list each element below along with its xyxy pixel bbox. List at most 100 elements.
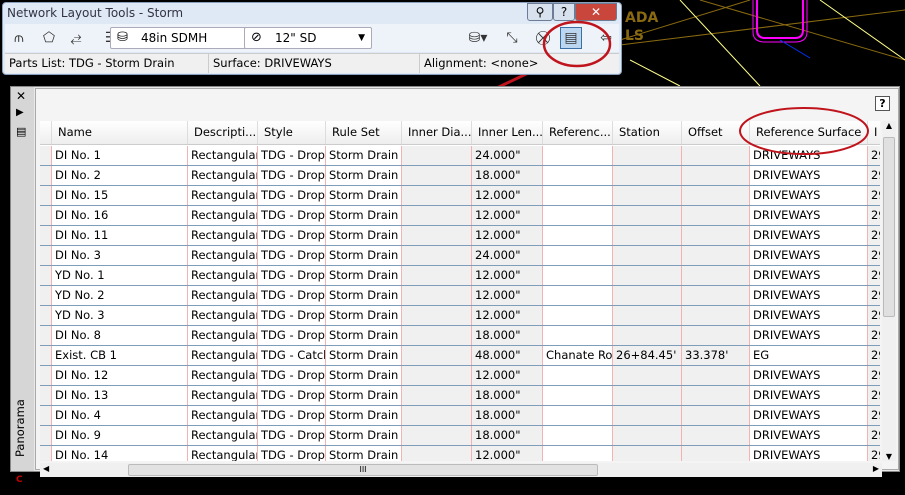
table-cell[interactable] (613, 306, 682, 325)
table-cell[interactable]: DRIVEWAYS (750, 326, 868, 345)
table-cell[interactable]: 29 (868, 306, 880, 325)
table-cell[interactable]: Storm Drain (326, 366, 402, 385)
table-cell[interactable]: TDG - Drop (258, 306, 326, 325)
table-cell[interactable] (402, 366, 472, 385)
row-selector[interactable] (40, 386, 52, 405)
properties-icon[interactable]: ▤ (16, 125, 26, 138)
help-button[interactable]: ? (875, 96, 890, 111)
row-selector[interactable] (40, 246, 52, 265)
table-row[interactable]: DI No. 15 Rectangular TDG - Drop Storm Drai… (40, 186, 880, 206)
table-cell[interactable]: DI No. 1 (52, 146, 188, 165)
table-cell[interactable]: DRIVEWAYS (750, 426, 868, 445)
table-cell[interactable]: Rectangular (188, 306, 258, 325)
pipe-only-icon[interactable]: ⤡ (501, 28, 523, 48)
table-cell[interactable]: TDG - Drop (258, 326, 326, 345)
close-icon[interactable]: ✕ (16, 89, 26, 103)
table-cell[interactable] (682, 446, 750, 461)
table-cell[interactable]: DRIVEWAYS (750, 386, 868, 405)
table-cell[interactable] (402, 326, 472, 345)
column-header[interactable]: Name (52, 121, 188, 144)
row-selector[interactable] (40, 186, 52, 205)
table-cell[interactable] (402, 146, 472, 165)
table-cell[interactable]: Storm Drain (326, 426, 402, 445)
table-cell[interactable] (402, 346, 472, 365)
table-cell[interactable]: TDG - Drop (258, 166, 326, 185)
table-cell[interactable]: YD No. 3 (52, 306, 188, 325)
column-header[interactable]: Style (258, 121, 326, 144)
scroll-right-icon[interactable]: ▶ (873, 464, 879, 473)
table-cell[interactable]: DI No. 14 (52, 446, 188, 461)
table-cell[interactable]: TDG - Drop (258, 406, 326, 425)
table-cell[interactable] (543, 226, 613, 245)
table-cell[interactable] (402, 306, 472, 325)
table-cell[interactable] (613, 146, 682, 165)
table-cell[interactable] (543, 326, 613, 345)
table-cell[interactable]: Storm Drain (326, 186, 402, 205)
table-cell[interactable]: TDG - Drop (258, 446, 326, 461)
table-cell[interactable] (543, 266, 613, 285)
table-row[interactable]: DI No. 13 Rectangular TDG - Drop Storm Drai… (40, 386, 880, 406)
table-cell[interactable] (682, 386, 750, 405)
table-cell[interactable] (613, 246, 682, 265)
table-cell[interactable]: DI No. 12 (52, 366, 188, 385)
table-cell[interactable]: Storm Drain (326, 386, 402, 405)
table-cell[interactable] (402, 206, 472, 225)
table-cell[interactable] (613, 326, 682, 345)
table-cell[interactable]: 12.000" (472, 286, 543, 305)
table-cell[interactable] (613, 226, 682, 245)
table-cell[interactable]: 18.000" (472, 386, 543, 405)
table-row[interactable]: Exist. CB 1 Rectangular TDG - Catch Storm D… (40, 346, 880, 366)
table-cell[interactable] (543, 406, 613, 425)
table-cell[interactable]: 18.000" (472, 406, 543, 425)
table-cell[interactable]: TDG - Drop (258, 286, 326, 305)
table-cell[interactable] (613, 366, 682, 385)
table-cell[interactable]: 12.000" (472, 266, 543, 285)
scroll-down-icon[interactable]: ▼ (882, 452, 896, 461)
table-cell[interactable]: TDG - Drop (258, 206, 326, 225)
table-cell[interactable]: Storm Drain (326, 406, 402, 425)
table-cell[interactable]: Exist. CB 1 (52, 346, 188, 365)
table-row[interactable]: DI No. 12 Rectangular TDG - Drop Storm Drai… (40, 366, 880, 386)
table-cell[interactable]: DRIVEWAYS (750, 186, 868, 205)
table-cell[interactable]: YD No. 2 (52, 286, 188, 305)
table-cell[interactable]: TDG - Drop (258, 246, 326, 265)
table-cell[interactable] (682, 366, 750, 385)
table-cell[interactable]: Rectangular (188, 186, 258, 205)
row-selector[interactable] (40, 366, 52, 385)
table-cell[interactable]: DI No. 13 (52, 386, 188, 405)
table-cell[interactable]: TDG - Catch (258, 346, 326, 365)
surface-icon[interactable]: ⥄ (65, 28, 87, 48)
column-header[interactable]: Referenc... (543, 121, 613, 144)
table-cell[interactable]: 29 (868, 286, 880, 305)
table-cell[interactable] (543, 366, 613, 385)
row-selector[interactable] (40, 166, 52, 185)
table-cell[interactable] (613, 186, 682, 205)
table-cell[interactable]: DI No. 9 (52, 426, 188, 445)
table-cell[interactable] (543, 286, 613, 305)
table-row[interactable]: DI No. 16 Rectangular TDG - Drop Storm Drai… (40, 206, 880, 226)
table-cell[interactable]: 26+84.45' (613, 346, 682, 365)
row-selector[interactable] (40, 346, 52, 365)
table-cell[interactable] (682, 266, 750, 285)
column-header[interactable]: Station (613, 121, 682, 144)
row-selector[interactable] (40, 426, 52, 445)
table-cell[interactable] (402, 266, 472, 285)
table-cell[interactable] (543, 186, 613, 205)
table-cell[interactable] (682, 186, 750, 205)
table-cell[interactable]: Rectangular (188, 366, 258, 385)
table-cell[interactable]: Chanate Ro (543, 346, 613, 365)
table-cell[interactable] (682, 306, 750, 325)
table-cell[interactable] (613, 166, 682, 185)
table-cell[interactable] (613, 426, 682, 445)
table-row[interactable]: DI No. 8 Rectangular TDG - Drop Storm Drain… (40, 326, 880, 346)
table-cell[interactable]: 29 (868, 266, 880, 285)
table-cell[interactable] (543, 386, 613, 405)
table-cell[interactable] (682, 286, 750, 305)
table-cell[interactable]: 29 (868, 246, 880, 265)
table-cell[interactable]: 24.000" (472, 146, 543, 165)
table-cell[interactable]: DI No. 11 (52, 226, 188, 245)
table-cell[interactable]: Rectangular (188, 386, 258, 405)
draw-pipes-structures-icon[interactable]: ⛁▾ (461, 28, 495, 48)
table-cell[interactable]: DRIVEWAYS (750, 306, 868, 325)
table-cell[interactable]: 33.378' (682, 346, 750, 365)
